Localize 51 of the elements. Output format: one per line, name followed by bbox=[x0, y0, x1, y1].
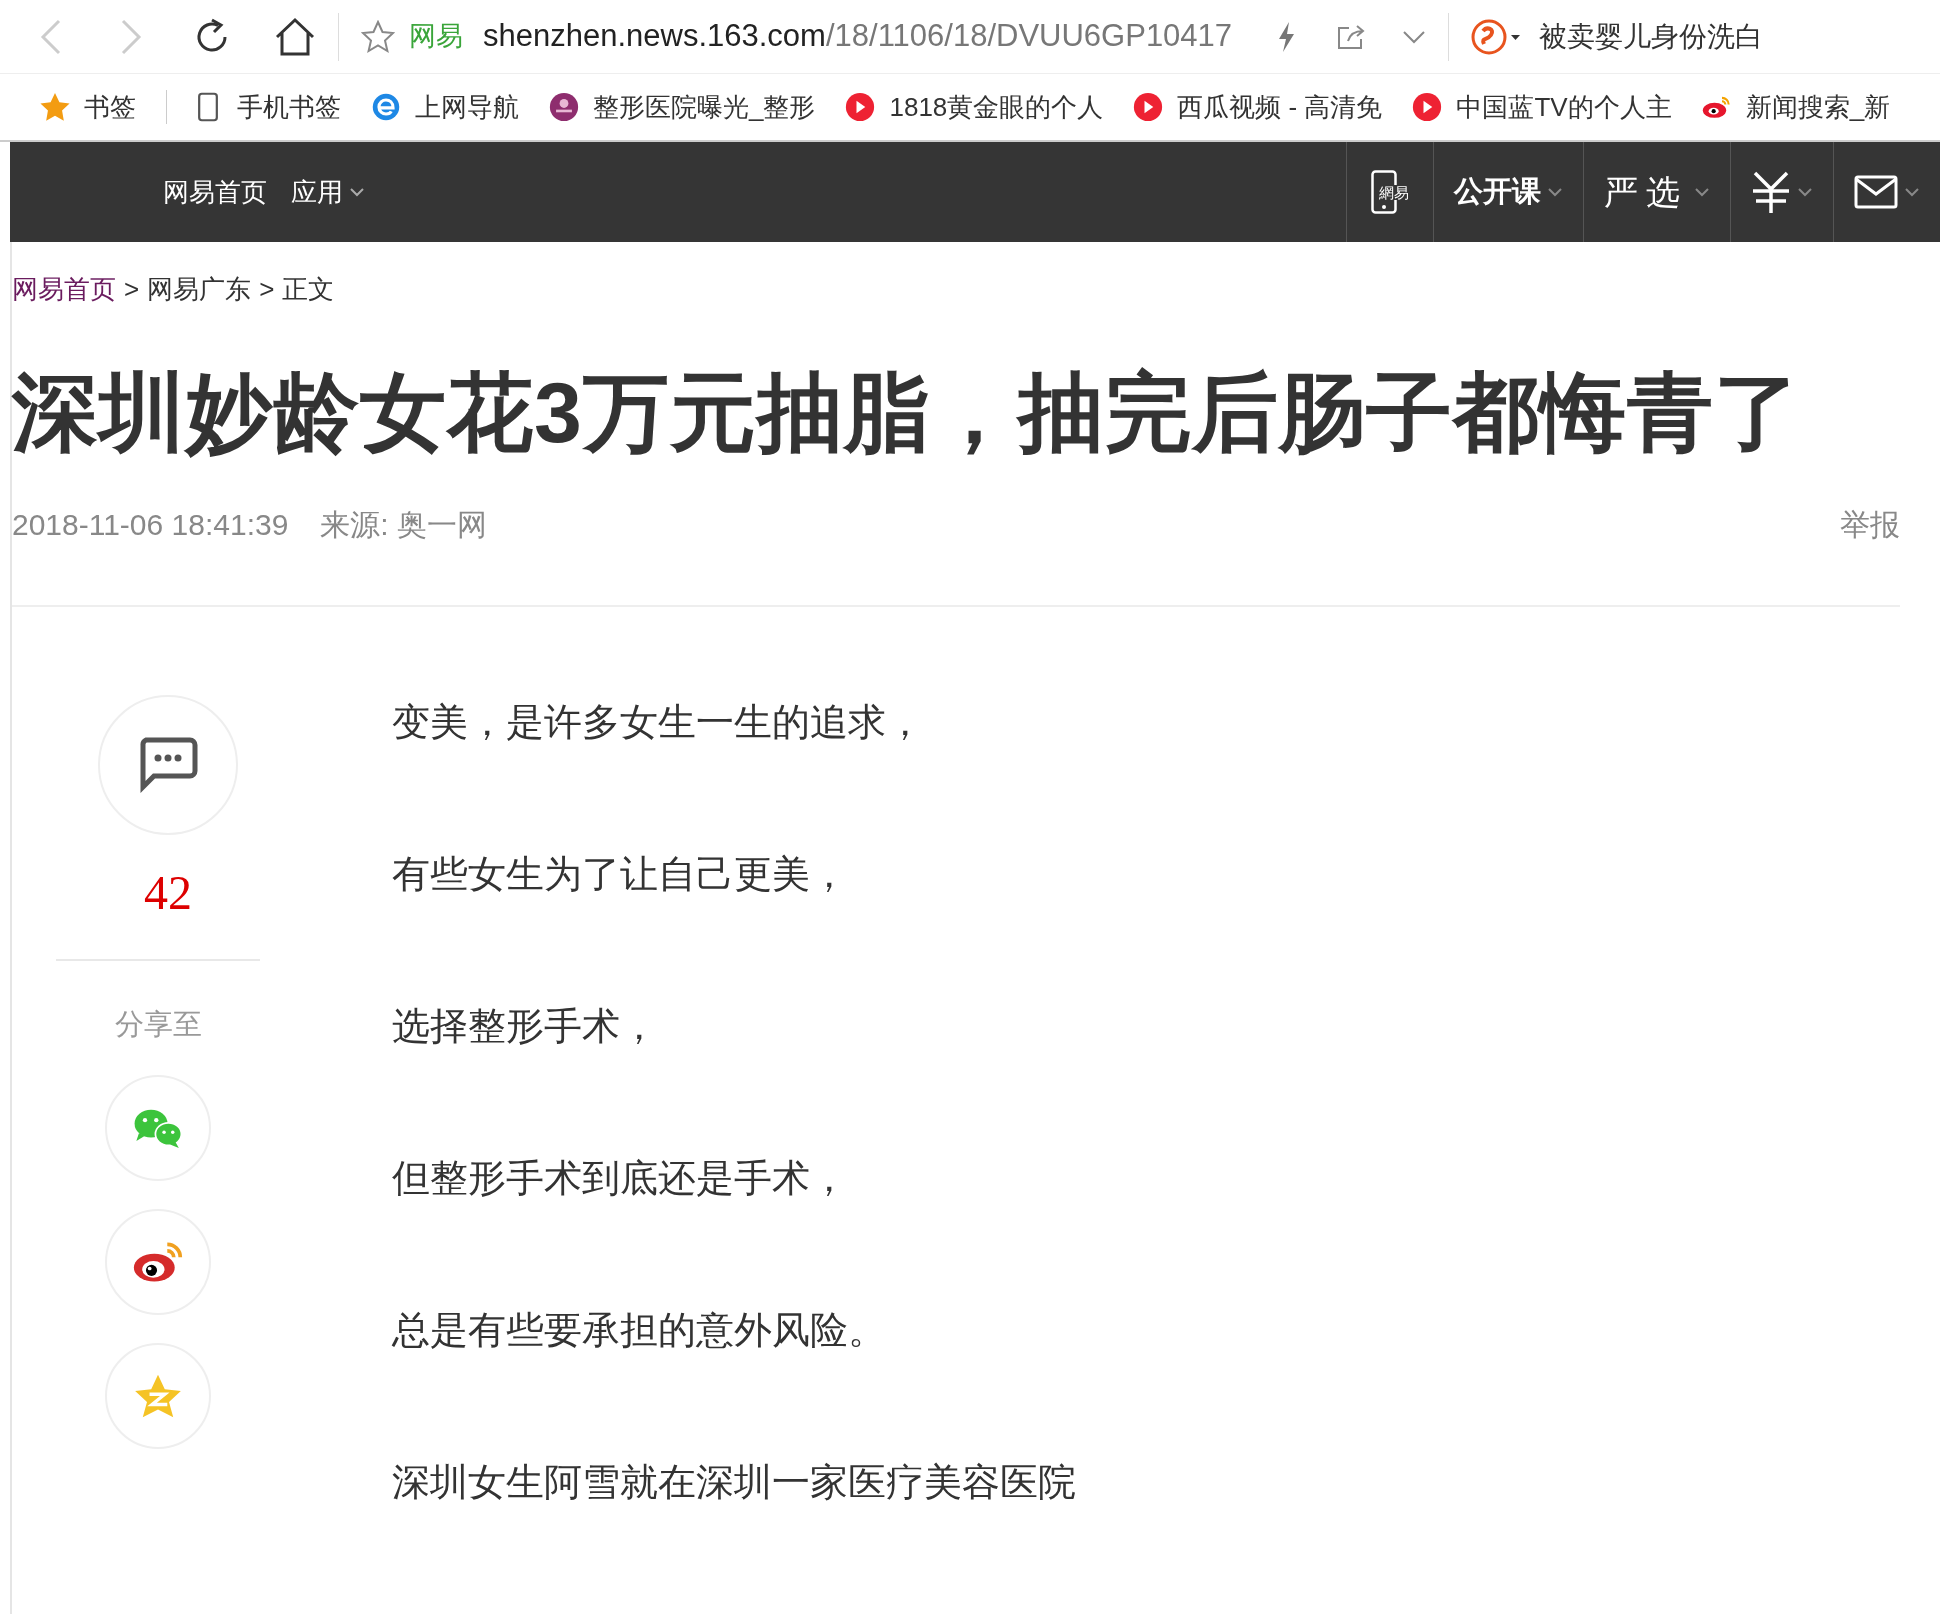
url-path[interactable]: /18/1106/18/DVUU6GP10417 bbox=[825, 13, 1233, 60]
nav-link[interactable]: 网易首页 bbox=[163, 172, 267, 212]
comment-icon bbox=[138, 737, 198, 794]
bookmark-link[interactable]: 上网导航 bbox=[415, 87, 519, 127]
flower-logo-icon[interactable] bbox=[549, 92, 579, 122]
breadcrumb-separator: > bbox=[259, 273, 275, 306]
chevron-down-icon[interactable] bbox=[1402, 28, 1427, 45]
bookmark-link[interactable]: 书签 bbox=[84, 87, 136, 127]
comment-count[interactable]: 42 bbox=[56, 857, 280, 930]
nav-link[interactable]: 公开课 bbox=[1433, 142, 1583, 242]
yen-icon[interactable] bbox=[1751, 170, 1791, 214]
star-outline-icon[interactable] bbox=[361, 19, 395, 54]
play-logo-icon[interactable] bbox=[845, 92, 876, 122]
play-logo-icon[interactable] bbox=[1133, 92, 1164, 122]
article-paragraph: 变美，是许多女生一生的追求， bbox=[392, 701, 925, 744]
breadcrumb-separator: > bbox=[124, 273, 140, 306]
article-paragraph: 但整形手术到底还是手术， bbox=[392, 1157, 849, 1200]
comment-button[interactable] bbox=[98, 695, 238, 836]
star-icon[interactable] bbox=[40, 92, 70, 122]
app-logo-text[interactable]: 網易 bbox=[1379, 184, 1409, 200]
wechat-share-button[interactable] bbox=[105, 1074, 211, 1181]
mail-icon[interactable] bbox=[1854, 175, 1898, 209]
bookmark-link[interactable]: 整形医院曝光_整形 bbox=[593, 87, 816, 127]
browser-logo-icon[interactable] bbox=[371, 92, 401, 122]
play-logo-icon[interactable] bbox=[1412, 92, 1443, 122]
share-label: 分享至 bbox=[113, 1007, 203, 1043]
article-paragraph: 总是有些要承担的意外风险。 bbox=[392, 1309, 887, 1352]
bookmark-link[interactable]: 中国蓝TV的个人主 bbox=[1456, 87, 1672, 127]
search-field[interactable]: 被卖婴儿身份洗白 bbox=[1539, 15, 1764, 58]
bookmark-link[interactable]: 手机书签 bbox=[237, 87, 341, 127]
bookmark-link[interactable]: 新闻搜索_新 bbox=[1745, 87, 1891, 127]
lightning-icon[interactable] bbox=[1276, 20, 1297, 53]
weibo-share-button[interactable] bbox=[105, 1208, 211, 1315]
bookmark-link[interactable]: 西瓜视频 - 高清免 bbox=[1177, 87, 1383, 127]
bookmark-link[interactable]: 1818黄金眼的个人 bbox=[889, 87, 1104, 127]
article-paragraph: 选择整形手术， bbox=[392, 1005, 659, 1048]
article-source: 来源: 奥一网 bbox=[320, 507, 487, 544]
site-label: 网易 bbox=[409, 20, 463, 54]
publish-date: 2018-11-06 18:41:39 bbox=[12, 507, 289, 544]
breadcrumb-link[interactable]: 网易首页 bbox=[12, 270, 116, 309]
article-paragraph: 深圳女生阿雪就在深圳一家医疗美容医院 bbox=[392, 1461, 1076, 1504]
breadcrumb-item: 网易广东 bbox=[147, 273, 252, 306]
breadcrumb-item: 正文 bbox=[282, 273, 335, 306]
url-host[interactable]: shenzhen.news.163.com bbox=[483, 13, 826, 60]
share-icon[interactable] bbox=[1336, 22, 1367, 51]
article-paragraph: 有些女生为了让自己更美， bbox=[392, 853, 849, 896]
nav-link[interactable]: 严选 bbox=[1583, 142, 1730, 242]
home-icon[interactable] bbox=[274, 16, 316, 57]
report-link[interactable]: 举报 bbox=[1840, 502, 1900, 548]
article-title: 深圳妙龄女花3万元抽脂，抽完后肠子都悔青了 bbox=[12, 363, 1802, 462]
nav-link[interactable]: 应用 bbox=[291, 172, 365, 212]
